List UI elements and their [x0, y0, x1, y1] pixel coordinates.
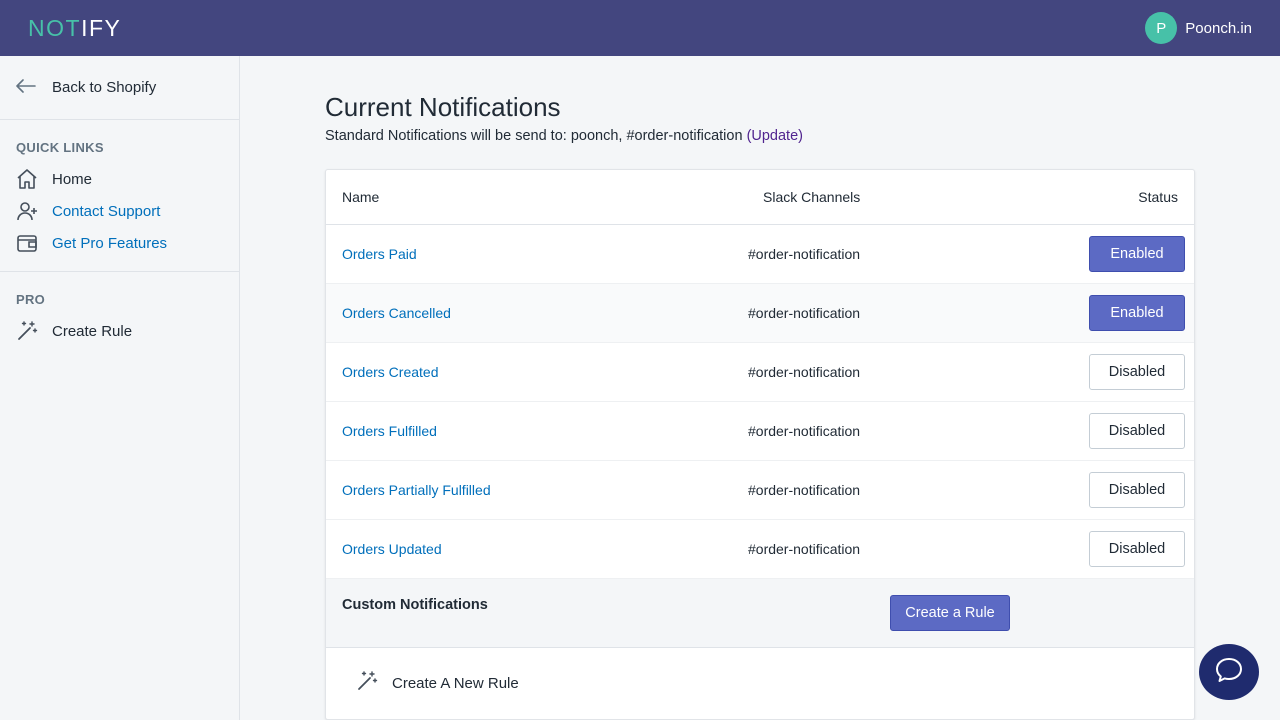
sidebar-item-create-rule[interactable]: Create Rule	[0, 315, 239, 347]
back-to-shopify-link[interactable]: Back to Shopify	[0, 56, 239, 120]
create-new-rule-link[interactable]: Create A New Rule	[326, 648, 1194, 718]
status-toggle-button[interactable]: Disabled	[1089, 413, 1185, 449]
slack-channel: #order-notification	[748, 482, 861, 498]
quick-links-section: QUICK LINKS Home Contact Support Get Pro…	[0, 120, 239, 272]
table-row: Orders Created #order-notification Disab…	[326, 343, 1194, 402]
status-toggle-button[interactable]: Disabled	[1089, 531, 1185, 567]
slack-channel: #order-notification	[748, 246, 861, 262]
slack-channel: #order-notification	[748, 364, 861, 380]
table-row: Orders Partially Fulfilled #order-notifi…	[326, 461, 1194, 520]
account-name[interactable]: Poonch.in	[1185, 20, 1252, 37]
column-header-name: Name	[342, 189, 380, 205]
app-logo[interactable]: NOTIFY	[28, 15, 121, 42]
column-header-slack-channels: Slack Channels	[763, 189, 861, 205]
table-row: Orders Updated #order-notification Disab…	[326, 520, 1194, 579]
slack-channel: #order-notification	[748, 423, 861, 439]
sidebar-item-label: Contact Support	[52, 202, 161, 220]
notifications-card: Name Slack Channels Status Orders Paid #…	[325, 169, 1195, 720]
logo-text-part-1: NOT	[28, 14, 82, 41]
custom-notifications-section: Custom Notifications Create a Rule	[326, 579, 1194, 648]
sidebar: Back to Shopify QUICK LINKS Home Contact…	[0, 56, 240, 720]
sidebar-item-label: Home	[52, 170, 93, 188]
quick-links-title: QUICK LINKS	[16, 140, 104, 155]
sidebar-item-home[interactable]: Home	[0, 163, 239, 195]
notification-name-link[interactable]: Orders Cancelled	[342, 305, 451, 321]
magic-wand-icon	[16, 320, 38, 342]
subtitle-text: Standard Notifications will be send to: …	[325, 128, 743, 144]
back-label: Back to Shopify	[52, 79, 157, 96]
arrow-left-icon	[16, 78, 36, 97]
logo-text-part-2: IFY	[81, 14, 122, 41]
table-row: Orders Paid #order-notification Enabled	[326, 225, 1194, 284]
status-toggle-button[interactable]: Disabled	[1089, 354, 1185, 390]
pro-section: PRO Create Rule	[0, 272, 239, 359]
account-menu[interactable]: P Poonch.in	[1145, 12, 1252, 44]
magic-wand-icon	[356, 670, 378, 696]
notification-name-link[interactable]: Orders Fulfilled	[342, 423, 437, 439]
status-toggle-button[interactable]: Enabled	[1089, 236, 1185, 272]
page-subtitle: Standard Notifications will be send to: …	[325, 128, 803, 144]
pro-title: PRO	[16, 292, 46, 307]
status-toggle-button[interactable]: Disabled	[1089, 472, 1185, 508]
add-user-icon	[16, 200, 38, 222]
column-header-status: Status	[1138, 189, 1178, 205]
chat-bubble-icon	[1214, 656, 1244, 689]
update-link[interactable]: (Update)	[747, 128, 803, 144]
status-toggle-button[interactable]: Enabled	[1089, 295, 1185, 331]
notification-name-link[interactable]: Orders Updated	[342, 541, 442, 557]
sidebar-item-label: Create Rule	[52, 322, 133, 340]
avatar[interactable]: P	[1145, 12, 1178, 44]
table-row: Orders Fulfilled #order-notification Dis…	[326, 402, 1194, 461]
main-content: Current Notifications Standard Notificat…	[241, 56, 1280, 720]
sidebar-item-label: Get Pro Features	[52, 234, 168, 252]
notification-name-link[interactable]: Orders Created	[342, 364, 438, 380]
page-title: Current Notifications	[325, 92, 561, 122]
table-header: Name Slack Channels Status	[326, 170, 1194, 225]
sidebar-item-contact-support[interactable]: Contact Support	[0, 195, 239, 227]
sidebar-item-get-pro-features[interactable]: Get Pro Features	[0, 227, 239, 259]
chat-launcher-button[interactable]	[1199, 644, 1259, 700]
home-icon	[16, 168, 38, 190]
top-bar: NOTIFY P Poonch.in	[0, 0, 1280, 56]
notification-name-link[interactable]: Orders Partially Fulfilled	[342, 482, 491, 498]
slack-channel: #order-notification	[748, 541, 861, 557]
create-new-rule-label: Create A New Rule	[392, 674, 519, 692]
create-rule-button[interactable]: Create a Rule	[890, 595, 1010, 631]
slack-channel: #order-notification	[748, 305, 861, 321]
wallet-icon	[16, 232, 38, 254]
notification-name-link[interactable]: Orders Paid	[342, 246, 417, 262]
table-row: Orders Cancelled #order-notification Ena…	[326, 284, 1194, 343]
custom-notifications-title: Custom Notifications	[342, 597, 488, 613]
